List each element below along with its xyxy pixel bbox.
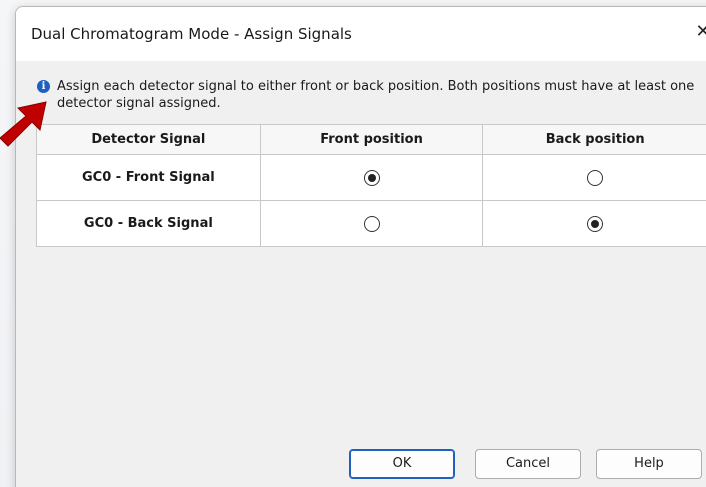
annotation-arrow-icon	[0, 101, 47, 147]
assign-signals-dialog: Dual Chromatogram Mode - Assign Signals …	[15, 6, 706, 487]
table-row: GC0 - Back Signal	[36, 200, 706, 247]
back-position-cell	[482, 154, 706, 201]
info-text: Assign each detector signal to either fr…	[57, 79, 695, 111]
back-signal-front-radio[interactable]	[363, 215, 380, 232]
dialog-body: i Assign each detector signal to either …	[16, 61, 706, 487]
back-signal-back-radio[interactable]	[587, 215, 604, 232]
close-icon[interactable]: ✕	[692, 21, 706, 43]
header-back-position: Back position	[482, 124, 706, 155]
dialog-title: Dual Chromatogram Mode - Assign Signals	[31, 25, 352, 43]
help-button[interactable]: Help	[596, 449, 702, 479]
title-bar[interactable]: Dual Chromatogram Mode - Assign Signals …	[16, 7, 706, 61]
back-position-cell	[482, 200, 706, 247]
ok-button[interactable]: OK	[349, 449, 455, 479]
table-header-row: Detector Signal Front position Back posi…	[36, 124, 706, 155]
front-position-cell	[259, 200, 484, 247]
front-position-cell	[259, 154, 484, 201]
row-signal-label: GC0 - Front Signal	[36, 154, 261, 201]
front-signal-back-radio[interactable]	[587, 169, 604, 186]
table-row: GC0 - Front Signal	[36, 154, 706, 201]
cancel-button[interactable]: Cancel	[475, 449, 581, 479]
row-signal-label: GC0 - Back Signal	[36, 200, 261, 247]
front-signal-front-radio[interactable]	[363, 169, 380, 186]
header-front-position: Front position	[259, 124, 484, 155]
annotation-arrow-shape	[0, 101, 47, 147]
header-detector-signal: Detector Signal	[36, 124, 261, 155]
signal-assignment-table: Detector Signal Front position Back posi…	[36, 124, 706, 247]
screen: Dual Chromatogram Mode - Assign Signals …	[0, 0, 706, 487]
